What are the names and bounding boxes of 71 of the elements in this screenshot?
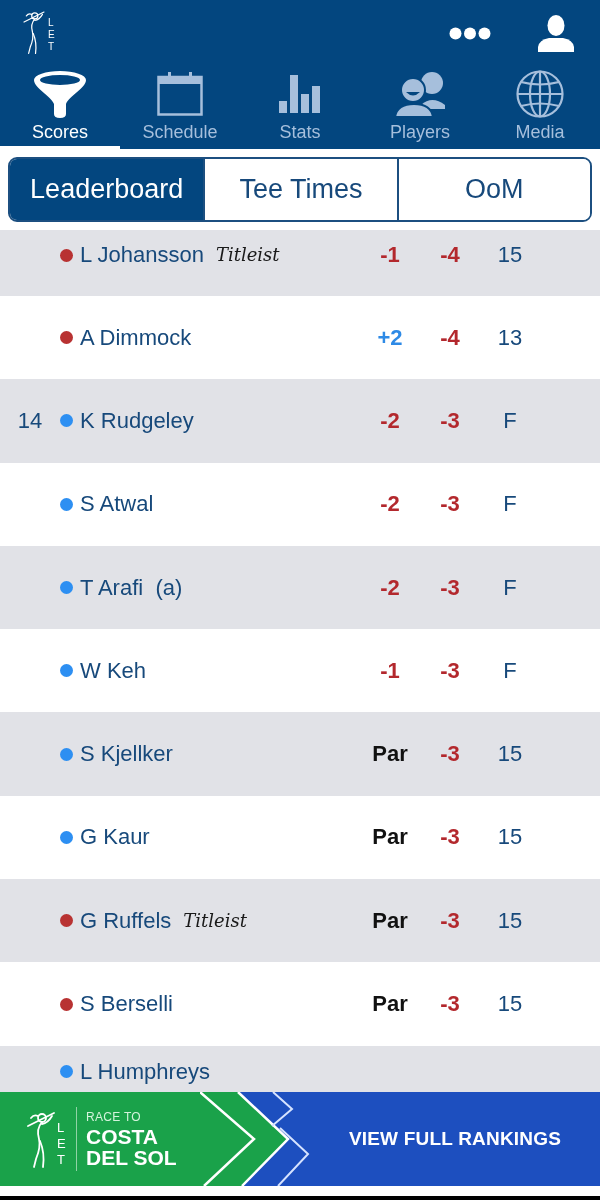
score-cell: Par (372, 740, 408, 769)
logo-letters: LET (57, 1120, 67, 1168)
globe-icon (516, 70, 564, 118)
player-name: G Kaur (80, 823, 150, 852)
score-cell: -3 (440, 573, 460, 602)
score-cell: -1 (380, 241, 400, 269)
player-name: T Arafi (a) (80, 573, 183, 602)
player-name: L Johansson (80, 241, 204, 269)
leaderboard-row[interactable]: S Kjellker Par -3 15 (0, 712, 600, 796)
leaderboard-row[interactable]: 14 K Rudgeley -2 -3 F (0, 379, 600, 463)
score-cell: Par (372, 990, 408, 1018)
sponsor-logo: Titleist (215, 243, 280, 267)
logo-letters: LET (48, 17, 56, 53)
score-cell: Par (372, 906, 408, 935)
banner-kicker: RACE TO (86, 1110, 142, 1124)
score-cell: 13 (497, 323, 523, 352)
position-cell: 14 (17, 406, 43, 435)
leaderboard-row[interactable]: L Humphreys (0, 1045, 600, 1092)
score-cell: -3 (440, 906, 460, 935)
nav-tab[interactable]: Scores (0, 62, 120, 149)
score-cell: 15 (497, 990, 523, 1018)
sponsor-logo: Titleist (183, 908, 247, 933)
player-name: S Atwal (80, 490, 154, 519)
bar-chart-icon (279, 75, 321, 113)
segment-tab[interactable]: OoM (396, 159, 590, 220)
leaderboard-row[interactable]: T Arafi (a) -2 -3 F (0, 545, 600, 630)
score-cell: -3 (440, 406, 460, 435)
score-cell: F (503, 490, 517, 519)
score-cell: -3 (440, 990, 460, 1018)
leaderboard-row[interactable]: L Johansson Titleist -1 -4 15 (0, 230, 600, 296)
user-icon[interactable] (537, 15, 575, 52)
player-name: W Keh (80, 656, 147, 685)
score-cell: F (503, 656, 517, 685)
golfer-icon (22, 9, 46, 55)
view-rankings-label: VIEW FULL RANKINGS (348, 1126, 562, 1151)
player-name: A Dimmock (80, 323, 192, 352)
score-cell: +2 (377, 323, 403, 352)
score-cell: Par (372, 823, 408, 852)
people-icon (394, 71, 446, 117)
nav-tab[interactable]: Schedule (120, 62, 240, 149)
player-name: G Ruffels (80, 906, 172, 935)
score-cell: 15 (497, 823, 523, 852)
score-cell: -3 (440, 740, 460, 769)
score-cell: -3 (440, 823, 460, 852)
score-cell: F (503, 406, 517, 435)
score-cell: -3 (440, 490, 460, 519)
score-cell: 15 (497, 740, 523, 769)
score-cell: -2 (380, 490, 400, 519)
score-cell: 15 (497, 906, 523, 935)
score-cell: F (503, 573, 517, 602)
calendar-icon (157, 72, 203, 116)
score-cell: -3 (440, 656, 460, 685)
player-name: S Berselli (80, 990, 173, 1018)
score-cell: -4 (440, 323, 460, 352)
score-cell: -1 (380, 656, 400, 685)
score-cell: -4 (440, 241, 460, 269)
banner-title: COSTA DEL SOL (86, 1126, 178, 1168)
nav-tab[interactable]: Stats (240, 62, 360, 149)
funnel-icon (33, 70, 87, 118)
more-icon[interactable] (449, 27, 491, 40)
score-cell: -2 (380, 573, 400, 602)
score-cell: 15 (497, 241, 523, 269)
player-name: K Rudgeley (80, 406, 194, 435)
leaderboard-row[interactable]: G Ruffels Titleist Par -3 15 (0, 879, 600, 963)
rankings-banner[interactable]: LET RACE TO COSTA DEL SOL VIEW FULL RANKINGS (0, 1092, 600, 1186)
score-cell: -2 (380, 406, 400, 435)
segment-tab[interactable]: Leaderboard (10, 159, 204, 220)
player-name: L Humphreys (80, 1057, 210, 1086)
player-name: S Kjellker (80, 740, 173, 769)
nav-tab[interactable]: Players (360, 62, 480, 149)
nav-tab[interactable]: Media (480, 62, 600, 149)
